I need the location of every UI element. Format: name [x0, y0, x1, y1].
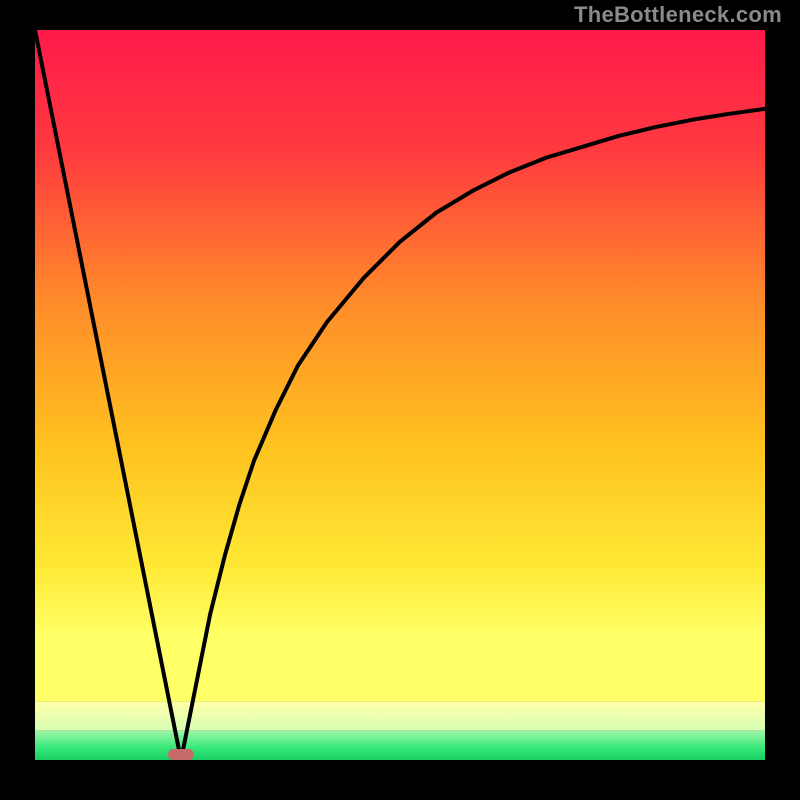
plot-area [35, 30, 765, 760]
curve-layer [35, 30, 765, 760]
watermark-text: TheBottleneck.com [574, 2, 782, 28]
chart-frame: TheBottleneck.com [0, 0, 800, 800]
series-left-arm [35, 30, 181, 760]
series-right-arm [181, 109, 765, 760]
trough-marker [168, 749, 194, 760]
